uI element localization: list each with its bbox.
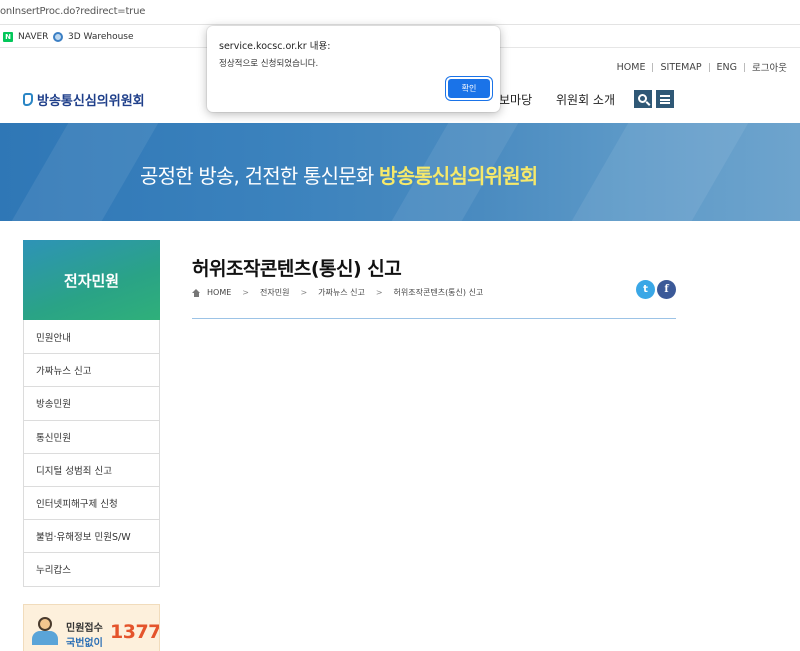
link-eng[interactable]: ENG bbox=[710, 62, 744, 73]
sidebar-item-broadcast[interactable]: 방송민원 bbox=[24, 386, 159, 419]
breadcrumb-current[interactable]: 허위조작콘텐츠(통신) 신고 bbox=[394, 287, 484, 298]
banner-slogan: 공정한 방송, 건전한 통신문화 방송통신심의위원회 bbox=[140, 160, 538, 189]
sidebar-item-illegal-info-sw[interactable]: 불법·유해정보 민원S/W bbox=[24, 519, 159, 552]
page-title: 허위조작콘텐츠(통신) 신고 bbox=[192, 258, 402, 280]
naver-icon: N bbox=[3, 31, 13, 42]
breadcrumb-fake-news[interactable]: 가짜뉴스 신고 bbox=[318, 287, 365, 298]
link-home[interactable]: HOME bbox=[610, 62, 653, 73]
bookmark-naver[interactable]: N NAVER bbox=[3, 30, 48, 43]
menu-icon bbox=[660, 94, 670, 104]
bookmark-3d-warehouse[interactable]: 3D Warehouse bbox=[53, 30, 134, 43]
promo-line1: 민원접수 bbox=[66, 623, 103, 634]
breadcrumb-e-complaint[interactable]: 전자민원 bbox=[260, 287, 289, 298]
link-logout[interactable]: 로그아웃 bbox=[745, 60, 794, 74]
sidebar-item-nuri-cops[interactable]: 누리캅스 bbox=[24, 552, 159, 585]
bookmark-label: NAVER bbox=[18, 31, 49, 42]
operator-body bbox=[32, 631, 58, 645]
search-button[interactable] bbox=[634, 90, 652, 108]
operator-icon bbox=[32, 617, 58, 647]
logo-icon bbox=[23, 93, 33, 106]
ok-button[interactable]: 확인 bbox=[448, 79, 490, 98]
facebook-icon: f bbox=[664, 284, 669, 295]
slogan-highlight: 방송통신심의위원회 bbox=[379, 164, 538, 188]
sidebar-menu: 민원안내 가짜뉴스 신고 방송민원 통신민원 디지털 성범죄 신고 인터넷피해구… bbox=[23, 320, 160, 587]
nav-item-partial[interactable]: 보마당 bbox=[499, 91, 532, 108]
sidebar-item-digital-sex-crime[interactable]: 디지털 성범죄 신고 bbox=[24, 452, 159, 486]
3d-warehouse-icon bbox=[53, 31, 63, 42]
slogan-text: 공정한 방송, 건전한 통신문화 bbox=[140, 164, 374, 188]
breadcrumb-home[interactable]: HOME bbox=[207, 288, 231, 297]
link-sitemap[interactable]: SITEMAP bbox=[653, 62, 708, 73]
bookmark-label: 3D Warehouse bbox=[68, 31, 134, 42]
facebook-share-button[interactable]: f bbox=[657, 280, 676, 299]
sidebar-item-internet-damage[interactable]: 인터넷피해구제 신청 bbox=[24, 485, 159, 519]
twitter-icon: t bbox=[643, 284, 648, 295]
address-bar[interactable]: onInsertProc.do?redirect=true bbox=[0, 0, 800, 25]
promo-number: 1377 bbox=[110, 621, 160, 643]
chevron-right-icon: > bbox=[242, 288, 249, 297]
alert-dialog: service.kocsc.or.kr 내용: 정상적으로 신청되었습니다. 확… bbox=[207, 26, 500, 112]
search-icon bbox=[637, 93, 647, 103]
twitter-share-button[interactable]: t bbox=[636, 280, 655, 299]
chevron-right-icon: > bbox=[375, 288, 383, 297]
operator-head bbox=[38, 617, 52, 631]
banner-decoration bbox=[11, 123, 159, 221]
site-logo[interactable]: 방송통신심의위원회 bbox=[23, 90, 145, 109]
chevron-right-icon: > bbox=[300, 288, 308, 297]
promo-line2: 국번없이 bbox=[66, 638, 103, 649]
call-center-banner[interactable]: 민원접수 국번없이 1377 bbox=[23, 604, 160, 651]
logo-text: 방송통신심의위원회 bbox=[37, 94, 145, 109]
menu-button[interactable] bbox=[656, 90, 674, 108]
sidebar-title: 전자민원 bbox=[23, 240, 160, 320]
nav-item-about[interactable]: 위원회 소개 bbox=[556, 91, 615, 108]
sidebar-item-fake-news[interactable]: 가짜뉴스 신고 bbox=[24, 353, 159, 386]
home-icon bbox=[192, 288, 201, 297]
dialog-message: 정상적으로 신청되었습니다. bbox=[219, 59, 319, 69]
dialog-title: service.kocsc.or.kr 내용: bbox=[219, 41, 331, 52]
url-text[interactable]: onInsertProc.do?redirect=true bbox=[0, 6, 145, 17]
breadcrumb: HOME > 전자민원 > 가짜뉴스 신고 > 허위조작콘텐츠(통신) 신고 bbox=[192, 287, 483, 298]
content-divider bbox=[192, 318, 676, 319]
utility-nav: HOME SITEMAP ENG 로그아웃 bbox=[610, 60, 794, 75]
banner-decoration bbox=[571, 123, 749, 221]
hero-banner: 공정한 방송, 건전한 통신문화 방송통신심의위원회 bbox=[0, 123, 800, 221]
sidebar-item-telecom[interactable]: 통신민원 bbox=[24, 419, 159, 453]
sidebar-item-guide[interactable]: 민원안내 bbox=[24, 320, 159, 353]
